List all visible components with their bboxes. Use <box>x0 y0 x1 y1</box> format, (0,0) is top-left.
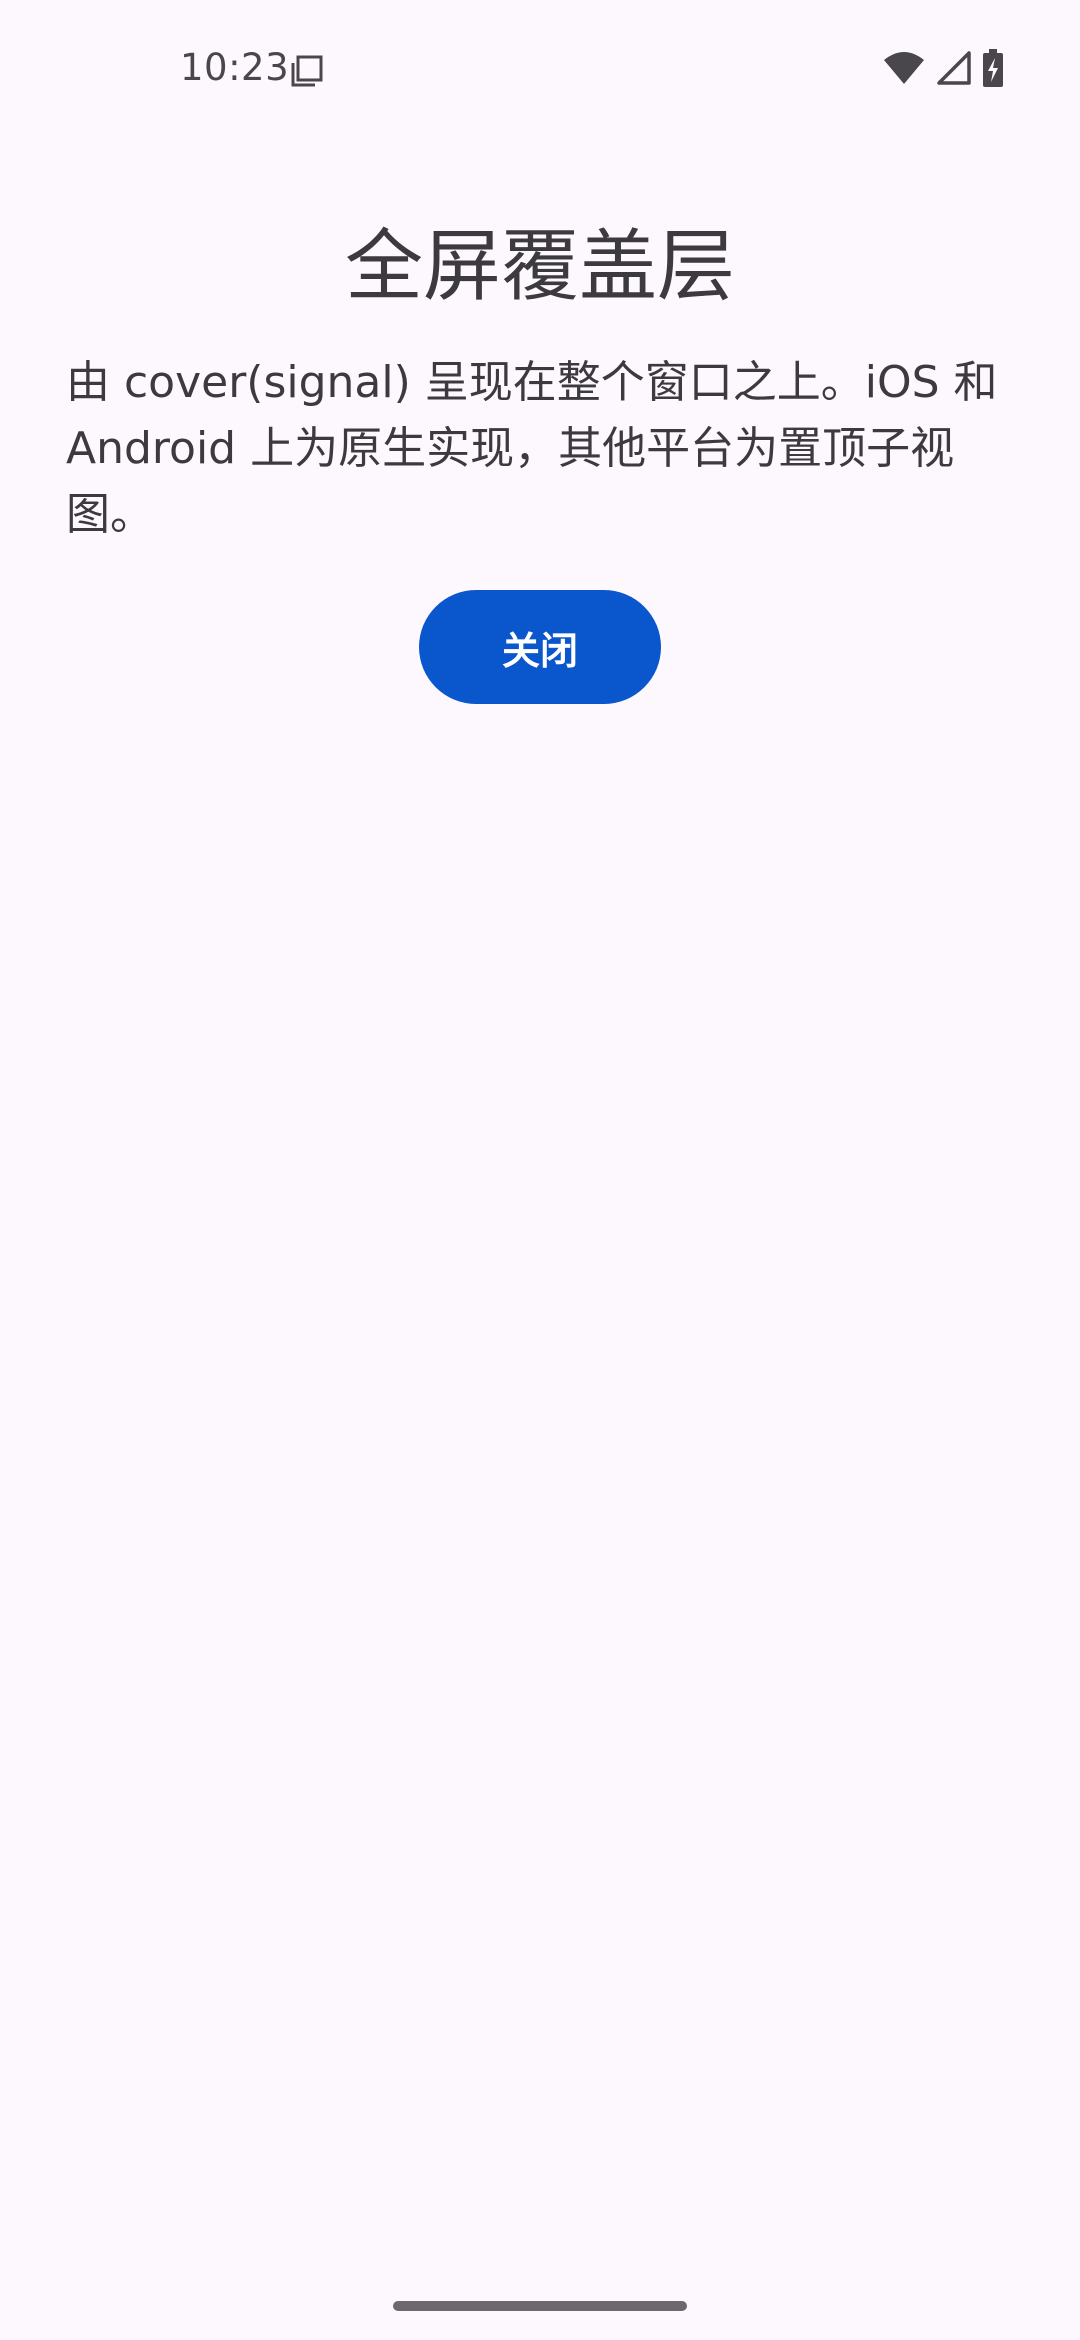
close-button[interactable]: 关闭 <box>419 590 661 704</box>
overlay-description: 由 cover(signal) 呈现在整个窗口之上。iOS 和 Android … <box>66 357 998 540</box>
page-title: 全屏覆盖层 <box>344 222 735 312</box>
home-indicator[interactable] <box>393 2301 687 2311</box>
fullscreen-cover-overlay: 全屏覆盖层 由 cover(signal) 呈现在整个窗口之上。iOS 和 An… <box>0 0 1080 2340</box>
